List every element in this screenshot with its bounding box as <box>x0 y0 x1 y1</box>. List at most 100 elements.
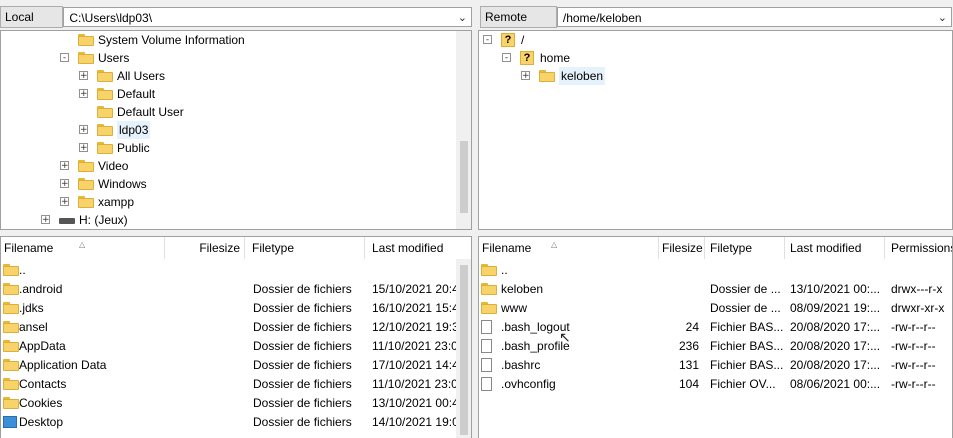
file-type: Dossier de fichiers <box>253 282 352 296</box>
tree-item[interactable]: + Default <box>1 85 451 103</box>
expand-icon[interactable]: + <box>79 71 88 81</box>
file-perms: drwxr-xr-x <box>891 301 945 315</box>
remote-site-bar: Remote site: /home/keloben ⌄ <box>480 6 952 44</box>
remote-col-filename[interactable]: Filename △ <box>479 237 659 259</box>
file-name: .bash_logout <box>501 320 570 334</box>
tree-item[interactable]: -? / <box>479 31 929 49</box>
file-modified: 20/08/2020 17:... <box>790 320 881 334</box>
file-type: Dossier de fichiers <box>253 396 352 410</box>
local-tree-scroll-thumb[interactable] <box>460 141 468 213</box>
file-row[interactable]: AppData Dossier de fichiers 11/10/2021 23:… <box>1 337 456 356</box>
expand-icon[interactable]: + <box>60 197 69 207</box>
expand-icon[interactable]: + <box>60 161 69 171</box>
file-name: .. <box>501 263 508 277</box>
local-tree-panel: System Volume Information - Users + All User… <box>0 30 472 230</box>
expand-icon[interactable]: + <box>79 125 88 135</box>
local-site-path-input[interactable]: C:\Users\ldp03\ ⌄ <box>63 7 472 27</box>
file-row[interactable]: .bash_profile 236 Fichier BAS... 20/08/2020… <box>479 337 936 356</box>
file-row[interactable]: Contacts Dossier de fichiers 11/10/2021 23… <box>1 375 456 394</box>
remote-col-modified[interactable]: Last modified <box>787 237 885 259</box>
file-perms: -rw-r--r-- <box>891 320 936 334</box>
expand-icon[interactable]: + <box>41 215 50 225</box>
local-tree-scrollbar[interactable] <box>456 31 471 229</box>
remote-file-list: Filename △ Filesize Filetype Last modifi… <box>478 236 953 438</box>
file-row[interactable]: ansel Dossier de fichiers 12/10/2021 19:3 <box>1 318 456 337</box>
folder-icon <box>3 378 19 390</box>
tree-item[interactable]: + Windows <box>1 175 451 193</box>
file-row[interactable]: Desktop Dossier de fichiers 14/10/2021 19:… <box>1 413 456 432</box>
folder-icon <box>3 321 19 333</box>
folder-icon <box>3 264 19 276</box>
folder-icon <box>3 359 19 371</box>
tree-item[interactable]: + Video <box>1 157 451 175</box>
file-name: AppData <box>19 339 66 353</box>
file-icon <box>481 339 492 353</box>
file-row[interactable]: .android Dossier de fichiers 15/10/2021 20… <box>1 280 456 299</box>
file-row[interactable]: Application Data Dossier de fichiers 17/10… <box>1 356 456 375</box>
local-col-filetype[interactable]: Filetype <box>249 237 365 259</box>
folder-icon <box>3 283 19 295</box>
file-row[interactable]: .. <box>479 261 934 280</box>
file-type: Fichier BAS... <box>710 339 784 353</box>
file-row[interactable]: .jdks Dossier de fichiers 16/10/2021 15:4 <box>1 299 456 318</box>
local-files-scroll-thumb[interactable] <box>460 265 468 435</box>
folder-icon <box>3 302 19 314</box>
collapse-icon[interactable]: - <box>60 53 69 63</box>
sort-up-icon: △ <box>79 240 86 249</box>
remote-col-filesize[interactable]: Filesize <box>659 237 705 259</box>
tree-item[interactable]: + keloben <box>479 67 929 85</box>
file-row[interactable]: .bashrc 131 Fichier BAS... 20/08/2020 17:..… <box>479 356 936 375</box>
expand-icon[interactable]: + <box>521 71 530 81</box>
sort-up-icon: △ <box>551 240 558 249</box>
tree-item[interactable]: - Users <box>1 49 451 67</box>
tree-item-label: H: (Jeux) <box>79 213 128 227</box>
tree-item[interactable]: System Volume Information <box>1 31 451 49</box>
tree-item-label: home <box>540 51 571 65</box>
file-row[interactable]: www Dossier de ... 08/09/2021 19:... drwxr-… <box>479 299 944 318</box>
file-icon <box>481 358 492 372</box>
tree-item[interactable]: + H: (Jeux) <box>1 211 451 229</box>
file-modified: 13/10/2021 00:4 <box>372 396 456 410</box>
collapse-icon[interactable]: - <box>502 53 511 63</box>
file-row[interactable]: .ovhconfig 104 Fichier OV... 08/06/2021 00:… <box>479 375 936 394</box>
folder-icon <box>539 70 555 82</box>
file-perms: -rw-r--r-- <box>891 358 936 372</box>
file-modified: 13/10/2021 00:... <box>790 282 881 296</box>
folder-icon <box>97 106 113 118</box>
file-row[interactable]: .bash_logout 24 Fichier BAS... 20/08/2020 1… <box>479 318 936 337</box>
collapse-icon[interactable]: - <box>483 35 492 45</box>
file-modified: 11/10/2021 23:0 <box>372 339 456 353</box>
expand-icon[interactable]: + <box>79 89 88 99</box>
file-row[interactable]: Cookies Dossier de fichiers 13/10/2021 00:… <box>1 394 456 413</box>
drive-icon <box>59 218 75 224</box>
local-files-scrollbar[interactable] <box>456 259 471 438</box>
remote-col-filetype[interactable]: Filetype <box>707 237 785 259</box>
desktop-icon <box>3 416 17 428</box>
local-col-filename[interactable]: Filename △ <box>1 237 165 259</box>
mouse-cursor-icon: ↖ <box>559 329 571 345</box>
folder-icon <box>78 160 94 172</box>
file-row[interactable]: keloben Dossier de ... 13/10/2021 00:... dr… <box>479 280 942 299</box>
folder-icon <box>97 88 113 100</box>
expand-icon[interactable]: + <box>60 179 69 189</box>
file-name: .bash_profile <box>501 339 570 353</box>
tree-item[interactable]: -? home <box>479 49 929 67</box>
tree-item[interactable]: + xampp <box>1 193 451 211</box>
remote-site-path-input[interactable]: /home/keloben ⌄ <box>556 7 952 28</box>
local-col-modified[interactable]: Last modified <box>369 237 459 259</box>
local-col-filesize[interactable]: Filesize <box>165 237 245 259</box>
chevron-down-icon[interactable]: ⌄ <box>938 8 947 28</box>
tree-item-label: keloben <box>559 67 606 85</box>
tree-item[interactable]: + Public <box>1 139 451 157</box>
file-row[interactable]: .. <box>1 261 456 280</box>
file-type: Dossier de ... <box>710 301 781 315</box>
tree-item-label: All Users <box>117 69 166 83</box>
chevron-down-icon[interactable]: ⌄ <box>458 8 467 28</box>
remote-col-permissions[interactable]: Permissions <box>888 237 952 259</box>
tree-item[interactable]: + ldp03 <box>1 121 451 139</box>
tree-item[interactable]: + All Users <box>1 67 451 85</box>
folder-icon <box>481 283 497 295</box>
tree-item[interactable]: Default User <box>1 103 451 121</box>
unknown-folder-icon: ? <box>501 33 515 47</box>
expand-icon[interactable]: + <box>79 143 88 153</box>
